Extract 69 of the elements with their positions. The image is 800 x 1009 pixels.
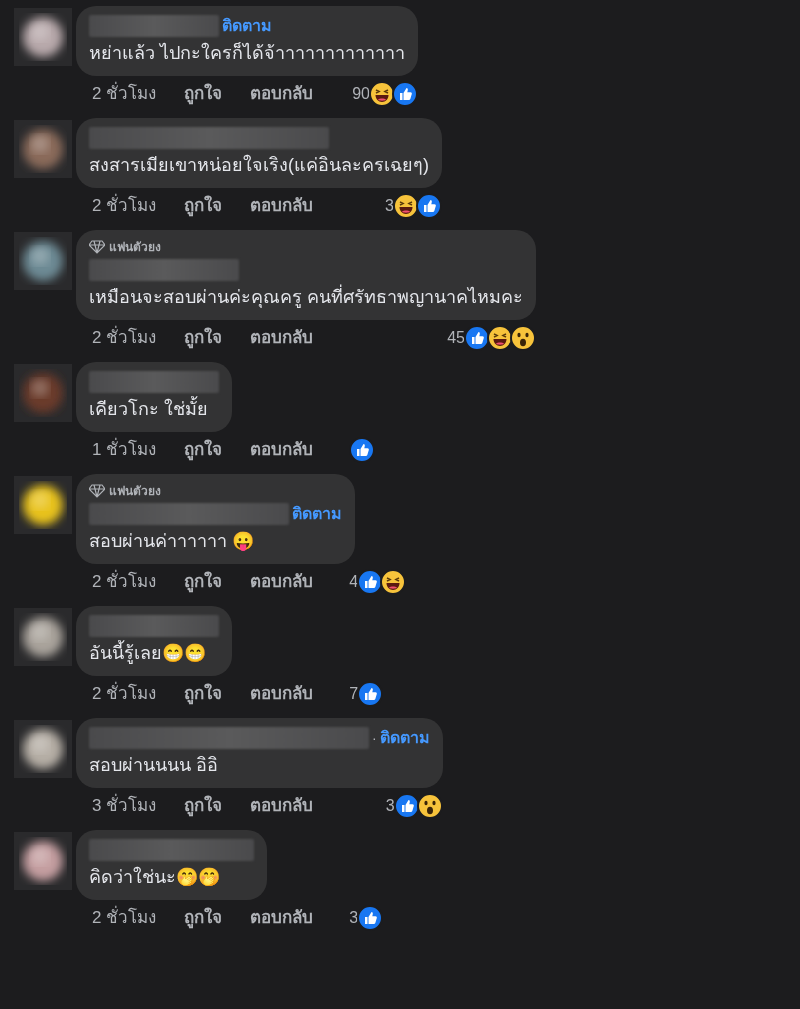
blurred-name[interactable] — [89, 127, 329, 149]
like-button[interactable]: ถูกใจ — [184, 437, 223, 463]
reply-button[interactable]: ตอบกลับ — [250, 681, 314, 707]
reply-button[interactable]: ตอบกลับ — [250, 569, 314, 595]
laughing-reaction-icon — [380, 569, 407, 595]
reply-button[interactable]: ตอบกลับ — [250, 81, 314, 107]
comment-time[interactable]: 2 ชั่วโมง — [92, 81, 157, 107]
top-fan-label: แฟนตัวยง — [109, 483, 161, 500]
reply-button[interactable]: ตอบกลับ — [250, 325, 314, 351]
like-reaction-icon — [392, 81, 418, 107]
comment-time[interactable]: 2 ชั่วโมง — [92, 325, 157, 351]
like-reaction-icon — [357, 905, 384, 931]
blurred-name[interactable] — [89, 15, 219, 37]
comment-text: สอบผ่านนนน อิอิ — [89, 754, 219, 777]
comment-text: คิดว่าใช่นะ🤭🤭 — [89, 865, 221, 889]
diamond-icon — [89, 240, 105, 254]
reply-button[interactable]: ตอบกลับ — [250, 793, 314, 819]
reaction-count[interactable]: 3 — [349, 906, 359, 930]
blurred-name[interactable] — [89, 727, 369, 749]
comment-time[interactable]: 2 ชั่วโมง — [92, 569, 157, 595]
comment-time[interactable]: 2 ชั่วโมง — [92, 681, 157, 707]
reply-button[interactable]: ตอบกลับ — [250, 437, 314, 463]
like-reaction-icon — [393, 793, 420, 819]
reaction-count[interactable]: 90 — [352, 82, 370, 106]
reaction-count[interactable]: 4 — [349, 570, 359, 594]
reply-button[interactable]: ตอบกลับ — [250, 193, 314, 219]
blurred-name[interactable] — [89, 371, 219, 393]
comment-text: หย่าแล้ว ไปกะใครก็ได้จ้าาาาาาาาาาาาา — [89, 41, 405, 65]
follow-link[interactable]: ติดตาม — [379, 726, 430, 750]
comment-text: สอบผ่านค่าาาาาา 😛 — [89, 530, 255, 553]
reaction-count[interactable]: 3 — [385, 194, 394, 218]
like-reaction-icon — [357, 681, 384, 707]
laughing-reaction-icon — [487, 325, 513, 351]
like-reaction-icon — [357, 569, 384, 595]
separator-dot: · — [372, 728, 377, 748]
comment-time[interactable]: 1 ชั่วโมง — [92, 437, 157, 463]
blurred-name[interactable] — [89, 259, 239, 281]
like-button[interactable]: ถูกใจ — [184, 905, 223, 931]
comment-text: เคียวโกะ ใช่มั้ย — [89, 396, 219, 422]
laughing-reaction-icon — [369, 81, 395, 107]
reaction-count[interactable]: 3 — [385, 794, 395, 818]
blurred-name[interactable] — [89, 839, 254, 861]
like-button[interactable]: ถูกใจ — [184, 569, 223, 595]
like-button[interactable]: ถูกใจ — [184, 793, 223, 819]
like-button[interactable]: ถูกใจ — [184, 681, 223, 707]
like-button[interactable]: ถูกใจ — [184, 325, 223, 351]
like-button[interactable]: ถูกใจ — [184, 193, 223, 219]
follow-link[interactable]: ติดตาม — [292, 502, 342, 526]
like-button[interactable]: ถูกใจ — [184, 81, 223, 107]
blurred-name[interactable] — [89, 615, 219, 637]
diamond-icon — [89, 484, 105, 498]
like-reaction-icon — [416, 193, 442, 219]
comment-time[interactable]: 3 ชั่วโมง — [92, 793, 157, 819]
reaction-count[interactable]: 7 — [349, 682, 359, 706]
comment-time[interactable]: 2 ชั่วโมง — [92, 905, 157, 931]
surprised-reaction-icon — [416, 793, 443, 819]
laughing-reaction-icon — [393, 193, 419, 219]
follow-link[interactable]: ติดตาม — [222, 14, 272, 38]
like-reaction-icon — [349, 437, 376, 463]
surprised-reaction-icon — [510, 325, 536, 351]
blurred-name[interactable] — [89, 503, 289, 525]
top-fan-label: แฟนตัวยง — [109, 239, 161, 256]
like-reaction-icon — [464, 325, 490, 351]
comment-text: เหมือนจะสอบผ่านค่ะคุณครู คนที่ศรัทธาพญานาคไหมคะ — [89, 284, 523, 310]
comment-text: สงสารเมียเขาหน่อยใจเริง(แค่อินละครเฉยๆ) — [89, 153, 429, 177]
comment-time[interactable]: 2 ชั่วโมง — [92, 193, 157, 219]
comment-text: อันนี้รู้เลย😁😁 — [89, 640, 219, 666]
reply-button[interactable]: ตอบกลับ — [250, 905, 314, 931]
reaction-count[interactable]: 45 — [447, 326, 465, 350]
